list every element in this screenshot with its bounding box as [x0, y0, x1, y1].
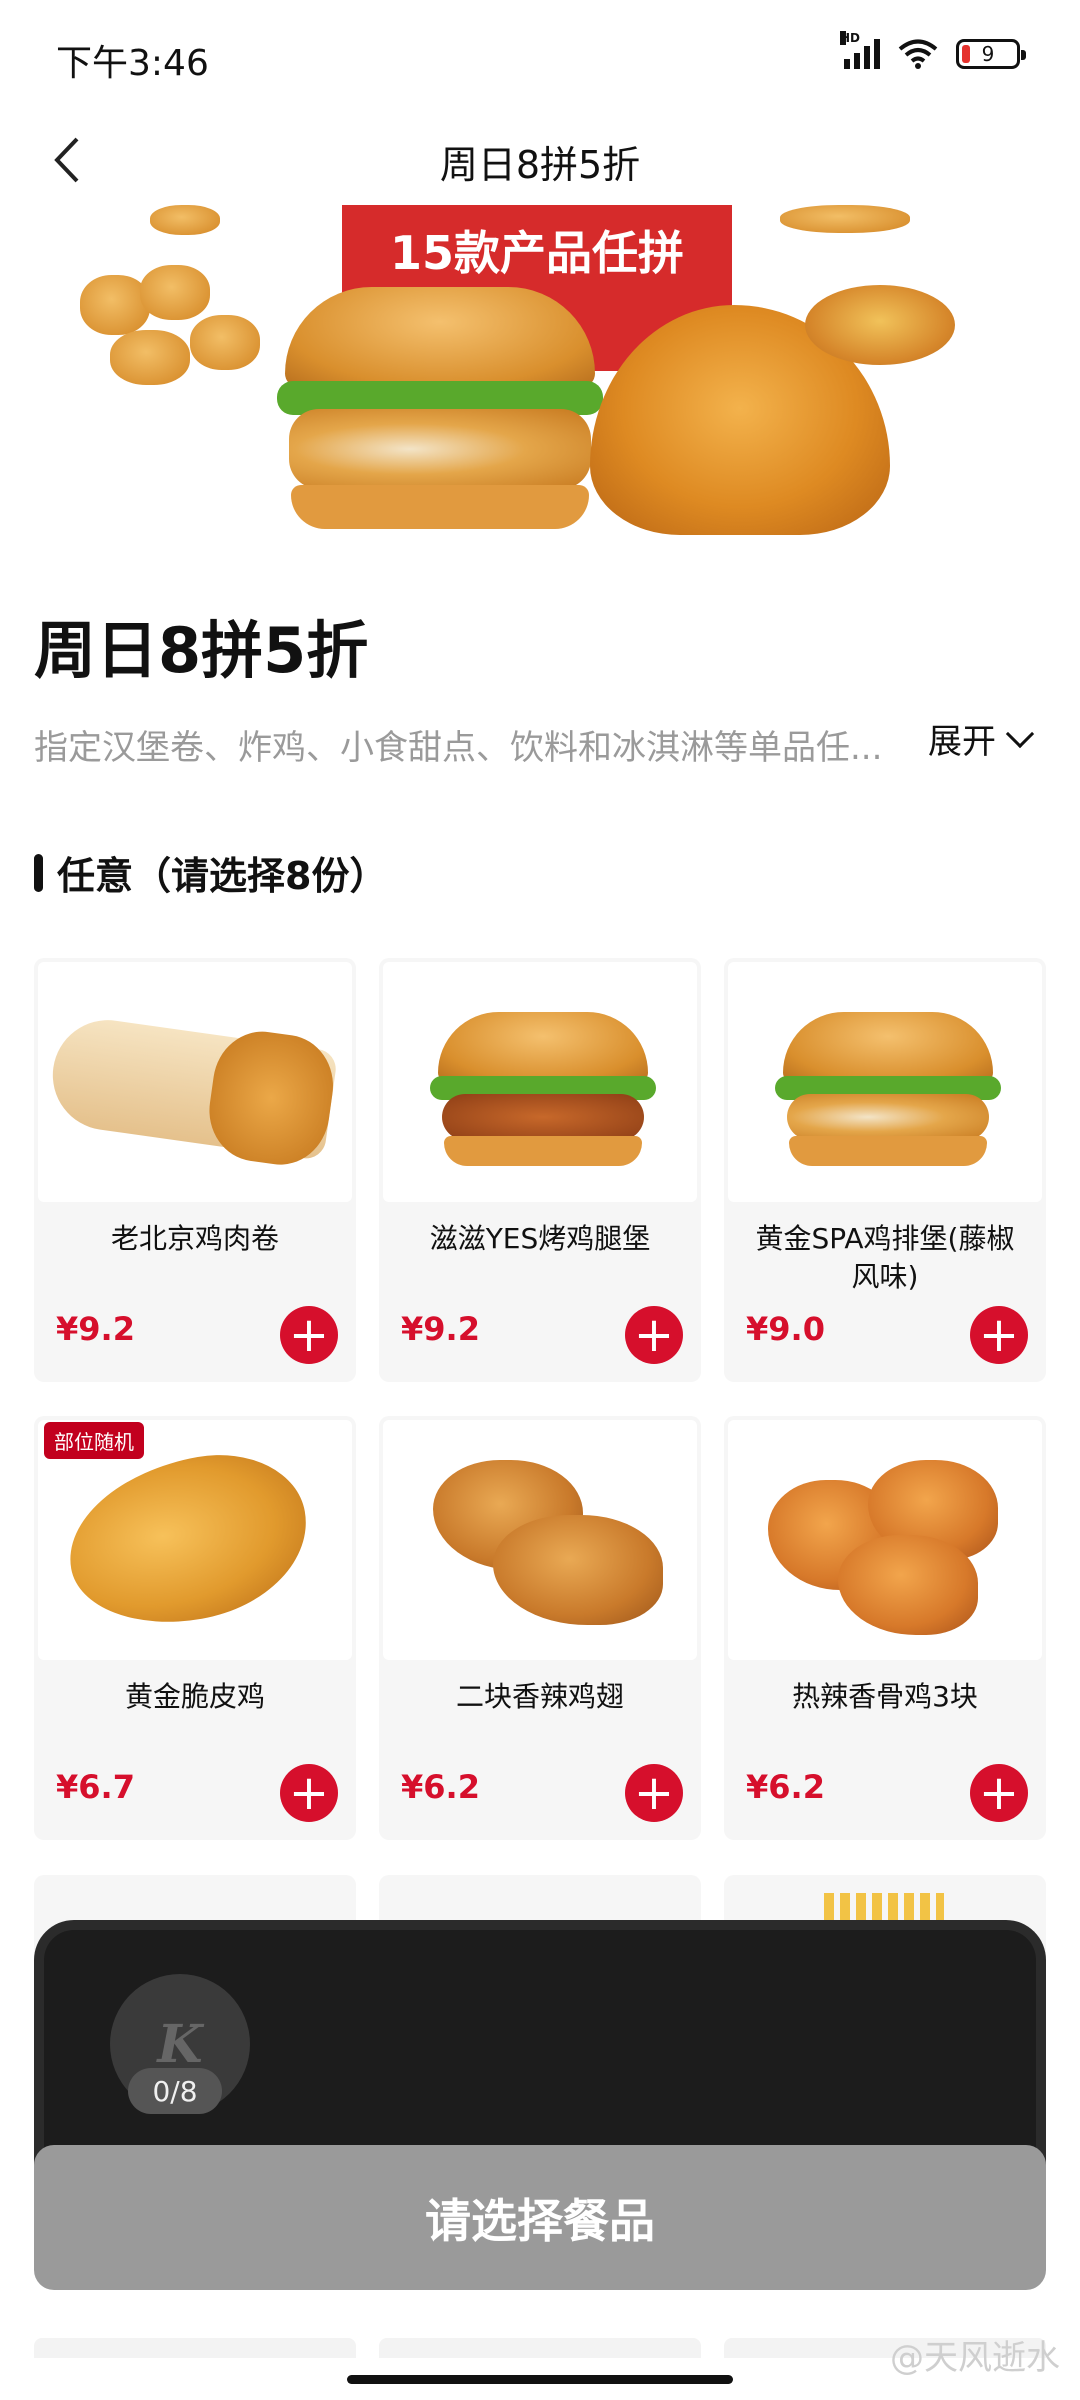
status-bar: 下午3:46 HD 9: [0, 0, 1080, 110]
nav-bar: 周日8拼5折: [0, 110, 1080, 220]
status-time: 下午3:46: [56, 43, 209, 84]
promo-banner: 15款产品任拼: [80, 205, 1000, 555]
product-price: ¥9.2: [56, 1310, 135, 1348]
promo-description: 指定汉堡卷、炸鸡、小食甜点、饮料和冰淇淋等单品任...: [34, 728, 883, 768]
page-title: 周日8拼5折: [439, 143, 641, 187]
home-indicator[interactable]: [347, 2375, 733, 2384]
product-price: ¥6.2: [401, 1768, 480, 1806]
signal-icon: HD: [840, 31, 880, 69]
add-to-cart-button[interactable]: +: [625, 1306, 683, 1364]
section-header: 任意（请选择8份）: [34, 845, 387, 900]
plus-icon: +: [978, 1307, 1020, 1363]
nugget-image: [110, 330, 190, 385]
battery-percent: 9: [981, 42, 995, 66]
nugget-image: [80, 275, 150, 335]
product-image: [728, 1420, 1042, 1660]
brand-logo-letter: K: [157, 2013, 203, 2075]
select-meal-button[interactable]: 请选择餐品: [34, 2145, 1046, 2290]
product-grid: 老北京鸡肉卷 ¥9.2 + 滋滋YES烤鸡腿堡 ¥9.2 + 黄金SPA鸡排堡(…: [34, 958, 1046, 1840]
burger-image: [277, 287, 603, 529]
network-type-label: HD: [840, 31, 861, 45]
plus-icon: +: [288, 1307, 330, 1363]
product-price: ¥6.7: [56, 1768, 135, 1806]
product-card[interactable]: 黄金SPA鸡排堡(藤椒风味) ¥9.0 +: [724, 958, 1046, 1382]
add-to-cart-button[interactable]: +: [970, 1764, 1028, 1822]
status-icons: HD 9: [840, 31, 1026, 70]
add-to-cart-button[interactable]: +: [625, 1764, 683, 1822]
product-card[interactable]: 部位随机 黄金脆皮鸡 ¥6.7 +: [34, 1416, 356, 1840]
egg-tart-image: [805, 285, 955, 365]
plus-icon: +: [633, 1765, 675, 1821]
product-image: [383, 1420, 697, 1660]
product-badge: 部位随机: [44, 1422, 144, 1459]
product-price: ¥6.2: [746, 1768, 825, 1806]
product-card[interactable]: 老北京鸡肉卷 ¥9.2 +: [34, 958, 356, 1382]
product-name: 黄金脆皮鸡: [124, 1680, 265, 1713]
nugget-image: [190, 315, 260, 370]
product-image: [383, 962, 697, 1202]
plus-icon: +: [288, 1765, 330, 1821]
section-marker: [34, 853, 43, 892]
product-price: ¥9.0: [746, 1310, 825, 1348]
product-image: [38, 962, 352, 1202]
product-card[interactable]: 二块香辣鸡翅 ¥6.2 +: [379, 1416, 701, 1840]
product-name: 老北京鸡肉卷: [110, 1222, 279, 1255]
plus-icon: +: [978, 1765, 1020, 1821]
nugget-image: [150, 205, 220, 235]
banner-tag-text: 15款产品任拼: [389, 226, 684, 280]
chevron-down-icon: [1005, 719, 1035, 748]
nugget-image: [140, 265, 210, 320]
expand-label: 展开: [928, 722, 996, 762]
product-price: ¥9.2: [401, 1310, 480, 1348]
add-to-cart-button[interactable]: +: [970, 1306, 1028, 1364]
product-card[interactable]: 热辣香骨鸡3块 ¥6.2 +: [724, 1416, 1046, 1840]
add-to-cart-button[interactable]: +: [280, 1764, 338, 1822]
product-image: [728, 962, 1042, 1202]
battery-level: [962, 45, 970, 63]
watermark: @天风逝水: [890, 2338, 1060, 2378]
plus-icon: +: [633, 1307, 675, 1363]
product-name: 滋滋YES烤鸡腿堡: [429, 1222, 651, 1255]
product-name: 热辣香骨鸡3块: [792, 1680, 978, 1713]
wifi-icon: [898, 39, 938, 69]
product-name: 黄金SPA鸡排堡(藤椒风味): [755, 1222, 1015, 1293]
product-card[interactable]: 滋滋YES烤鸡腿堡 ¥9.2 +: [379, 958, 701, 1382]
battery-icon: 9: [956, 39, 1026, 69]
cart-count-badge: 0/8: [128, 2068, 222, 2114]
promo-title: 周日8拼5折: [34, 614, 369, 687]
nugget-image: [780, 205, 910, 233]
fries-image: [824, 1893, 944, 1923]
section-title: 任意（请选择8份）: [57, 854, 388, 898]
product-name: 二块香辣鸡翅: [455, 1680, 624, 1713]
add-to-cart-button[interactable]: +: [280, 1306, 338, 1364]
expand-button[interactable]: 展开: [928, 714, 1035, 763]
